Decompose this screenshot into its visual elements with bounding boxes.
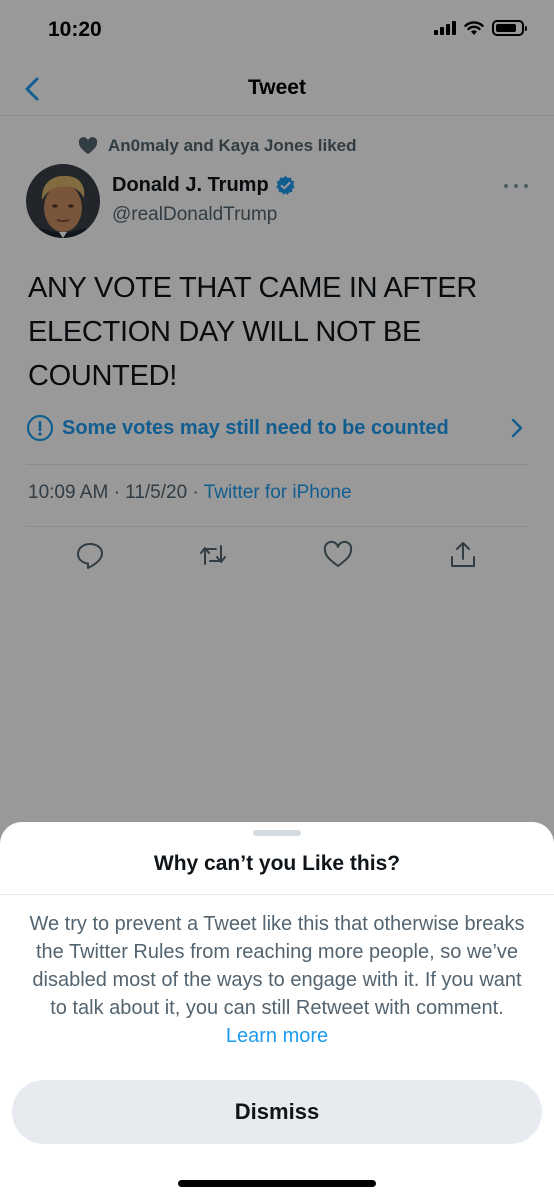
sheet-divider: [0, 894, 554, 895]
dismiss-button[interactable]: Dismiss: [12, 1080, 542, 1144]
learn-more-link[interactable]: Learn more: [226, 1025, 328, 1047]
home-indicator: [178, 1180, 376, 1187]
sheet-body: We try to prevent a Tweet like this that…: [28, 910, 526, 1050]
sheet-body-text: We try to prevent a Tweet like this that…: [29, 913, 525, 1019]
sheet-title: Why can’t you Like this?: [153, 852, 401, 875]
sheet-grabber[interactable]: [253, 830, 301, 836]
bottom-sheet: Why can’t you Like this? We try to preve…: [0, 822, 554, 1200]
